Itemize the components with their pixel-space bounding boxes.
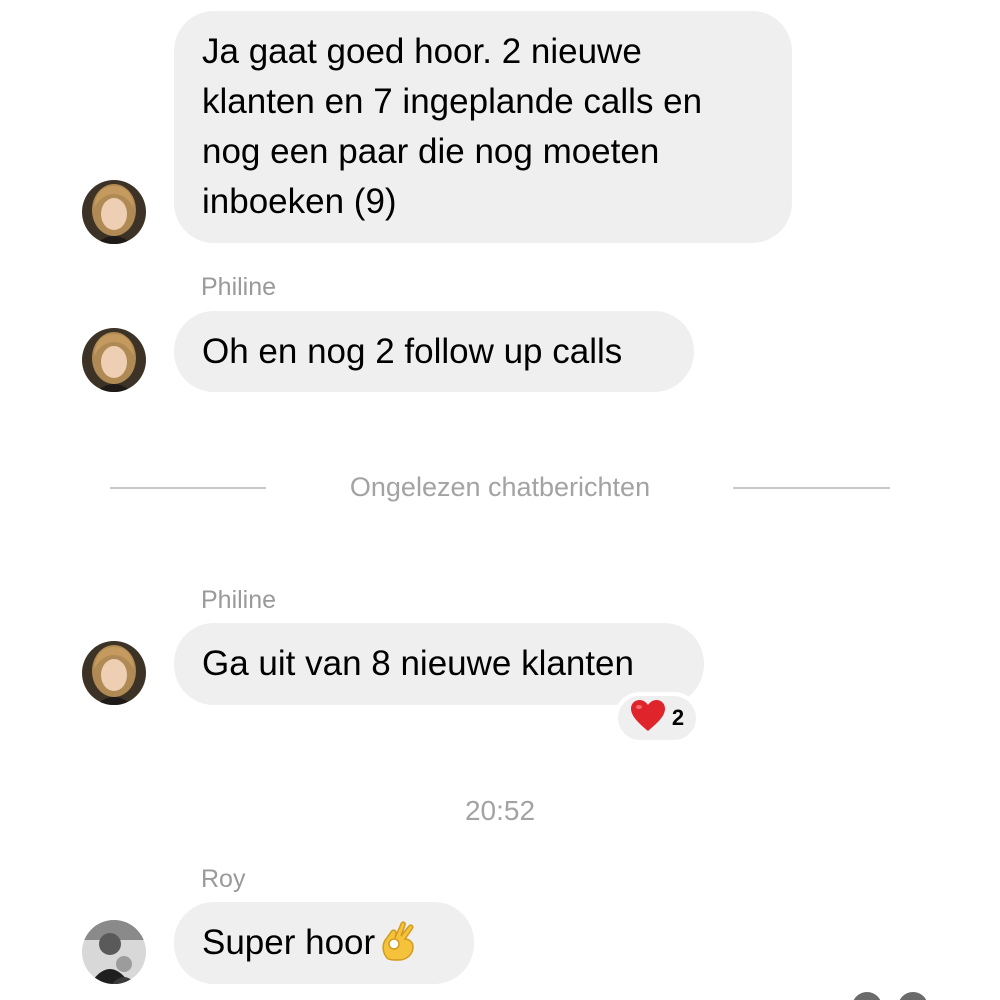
philine-avatar[interactable]: [82, 328, 146, 392]
seen-avatar: [898, 992, 928, 1000]
reaction-count: 2: [671, 705, 685, 730]
roy-avatar[interactable]: [82, 920, 146, 984]
message-bubble[interactable]: Ga uit van 8 nieuwe klanten: [174, 623, 704, 705]
message-text: Super hoor: [202, 923, 376, 962]
philine-avatar-image: [82, 180, 146, 244]
message-text: Ga uit van 8 nieuwe klanten: [202, 644, 634, 683]
message-bubble[interactable]: Oh en nog 2 follow up calls: [174, 311, 694, 392]
message-bubble[interactable]: Super hoor: [174, 902, 474, 984]
ok-hand-icon: [379, 918, 419, 962]
message-text: Ja gaat goed hoor. 2 nieuwe klanten en 7…: [202, 32, 703, 221]
seen-avatar: [852, 992, 882, 1000]
message-bubble[interactable]: Ja gaat goed hoor. 2 nieuwe klanten en 7…: [174, 11, 792, 243]
divider-line-right: [733, 487, 890, 489]
reaction-badge[interactable]: 2: [614, 692, 700, 744]
philine-avatar[interactable]: [82, 180, 146, 244]
red-heart-icon: [630, 699, 666, 738]
chat-thread: Ja gaat goed hoor. 2 nieuwe klanten en 7…: [0, 0, 1000, 1000]
philine-avatar-image: [82, 641, 146, 705]
philine-avatar[interactable]: [82, 641, 146, 705]
roy-avatar-image: [82, 920, 146, 984]
sender-name: Philine: [201, 586, 277, 614]
sender-name: Roy: [201, 865, 246, 893]
message-text: Oh en nog 2 follow up calls: [202, 332, 623, 371]
timestamp: 20:52: [464, 795, 536, 826]
sender-name: Philine: [201, 273, 277, 301]
philine-avatar-image: [82, 328, 146, 392]
